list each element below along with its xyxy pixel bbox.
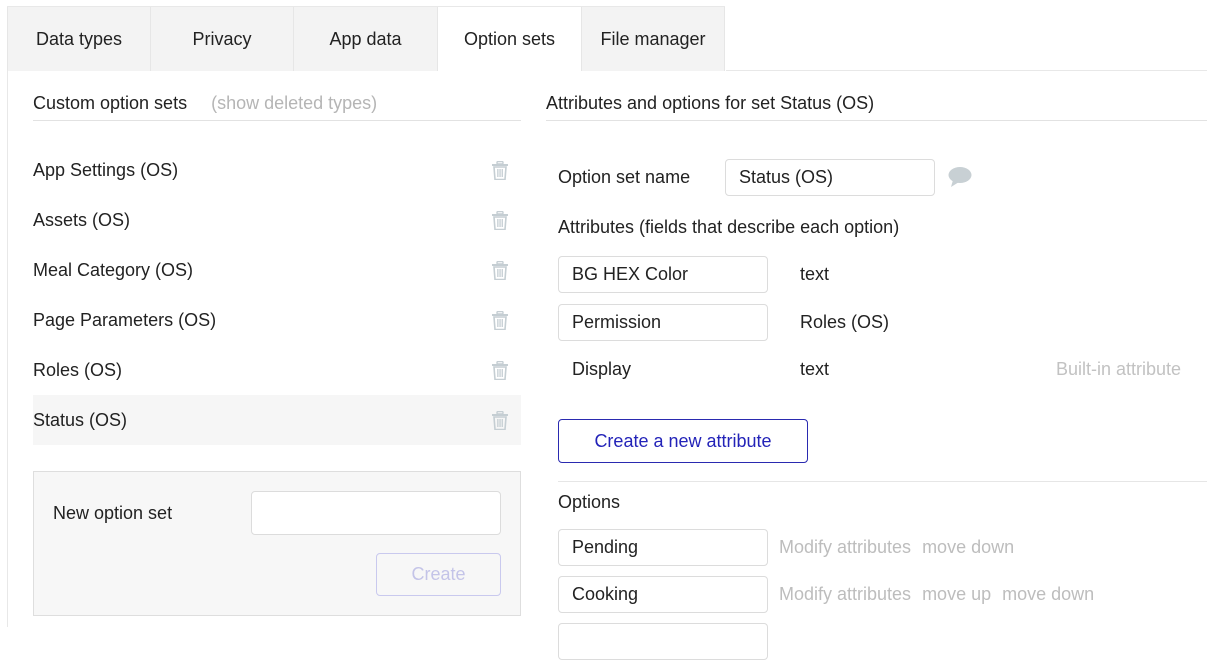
trash-icon[interactable] [491,160,509,180]
panel-border [7,70,8,627]
tab-label: App data [329,28,402,49]
attributes-header: Attributes and options for set Status (O… [546,86,1207,121]
built-in-attribute-note: Built-in attribute [1056,359,1182,379]
attribute-name-input[interactable]: BG HEX Color [558,256,768,293]
option-set-name: App Settings (OS) [33,159,179,180]
trash-icon[interactable] [491,360,509,380]
attribute-type: Roles (OS) [800,312,890,332]
option-set-name: Meal Category (OS) [33,259,194,280]
trash-icon[interactable] [491,260,509,280]
create-button[interactable]: Create [376,553,501,596]
attribute-name-input[interactable]: Permission [558,304,768,341]
tab-option-sets[interactable]: Option sets [438,7,582,71]
tab-label: Option sets [463,28,556,49]
show-deleted-types-link[interactable]: (show deleted types) [211,93,377,114]
option-value-input[interactable]: Cooking [558,576,768,613]
move-up-link[interactable]: move up [922,584,991,605]
trash-icon[interactable] [491,310,509,330]
option-set-item[interactable]: App Settings (OS) [33,145,521,195]
option-sets-header: Custom option sets (show deleted types) [33,86,521,121]
tabs-divider [726,70,1207,71]
attribute-type: text [800,264,830,284]
new-option-set-input[interactable] [251,491,501,535]
options-divider [558,481,1207,482]
option-set-item-selected[interactable]: Status (OS) [33,395,521,445]
trash-icon[interactable] [491,210,509,230]
option-set-item[interactable]: Roles (OS) [33,345,521,395]
attributes-label: Attributes (fields that describe each op… [558,217,900,237]
option-sets-title: Custom option sets [33,92,188,113]
trash-icon[interactable] [491,410,509,430]
option-set-name: Roles (OS) [33,359,123,380]
tab-label: Data types [35,28,123,49]
option-set-name: Status (OS) [33,409,128,430]
option-actions: Modify attributes move down [779,537,1014,558]
option-set-item[interactable]: Meal Category (OS) [33,245,521,295]
option-actions: Modify attributes move up move down [779,584,1094,605]
tab-file-manager[interactable]: File manager [582,7,725,71]
option-set-name-input[interactable]: Status (OS) [725,159,935,196]
modify-attributes-link[interactable]: Modify attributes [779,537,911,558]
attribute-name-builtin: Display [572,359,632,379]
option-set-name: Assets (OS) [33,209,131,230]
create-new-attribute-button[interactable]: Create a new attribute [558,419,808,463]
comment-icon[interactable] [948,166,972,188]
option-set-name-label: Option set name [558,167,691,187]
option-set-list: App Settings (OS) Assets (OS) Meal Categ… [33,145,521,445]
tab-label: Privacy [192,28,252,49]
move-down-link[interactable]: move down [922,537,1014,558]
options-label: Options [558,492,621,512]
option-value-input[interactable]: Pending [558,529,768,566]
option-set-item[interactable]: Page Parameters (OS) [33,295,521,345]
tab-bar: Data types Privacy App data Option sets … [7,6,725,71]
tab-label: File manager [600,28,706,49]
attributes-title: Attributes and options for set Status (O… [546,92,875,113]
new-option-set-label: New option set [53,503,173,523]
modify-attributes-link[interactable]: Modify attributes [779,584,911,605]
tab-app-data[interactable]: App data [294,7,438,71]
attribute-type: text [800,359,830,379]
option-value-input-partial[interactable] [558,623,768,660]
tab-privacy[interactable]: Privacy [151,7,294,71]
option-set-name: Page Parameters (OS) [33,309,217,330]
move-down-link[interactable]: move down [1002,584,1094,605]
option-set-item[interactable]: Assets (OS) [33,195,521,245]
new-option-set-panel: New option set Create [33,471,521,616]
tab-data-types[interactable]: Data types [7,7,151,71]
